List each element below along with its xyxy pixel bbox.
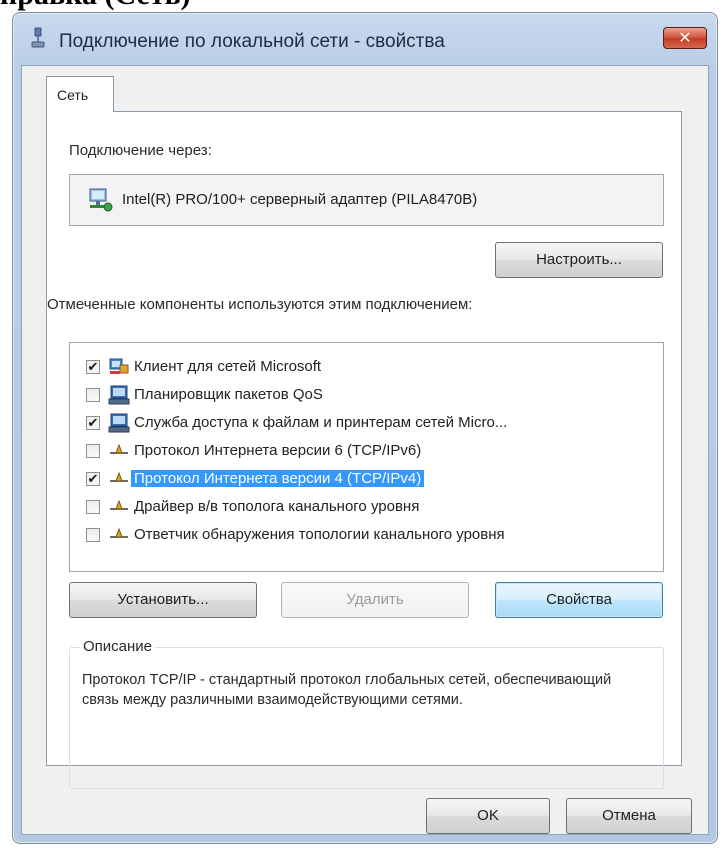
list-item[interactable]: Ответчик обнаружения топологии канальног…: [70, 523, 663, 549]
description-group: Описание Протокол TCP/IP - стандартный п…: [69, 638, 664, 789]
adapter-name: Intel(R) PRO/100+ серверный адаптер (PIL…: [122, 191, 478, 208]
component-label-selected: Протокол Интернета версии 4 (TCP/IPv4): [131, 470, 425, 487]
adapter-box: Intel(R) PRO/100+ серверный адаптер (PIL…: [69, 174, 664, 226]
checkbox[interactable]: ✔: [86, 416, 100, 430]
component-label: Ответчик обнаружения топологии канальног…: [134, 526, 505, 543]
network-adapter-icon: [89, 188, 113, 212]
component-label: Протокол Интернета версии 6 (TCP/IPv6): [134, 442, 422, 459]
component-label: Драйвер в/в тополога канального уровня: [134, 498, 420, 515]
dialog-client-area: Сеть Подключение через: Intel(R) PRO/100…: [21, 65, 709, 835]
list-item[interactable]: Протокол Интернета версии 6 (TCP/IPv6): [70, 439, 663, 465]
checkbox[interactable]: ✔: [86, 472, 100, 486]
component-label: Служба доступа к файлам и принтерам сете…: [134, 414, 508, 431]
description-text: Протокол TCP/IP - стандартный протокол г…: [82, 672, 612, 708]
properties-button[interactable]: Свойства: [495, 582, 663, 618]
network-service-icon: [108, 413, 130, 433]
install-button[interactable]: Установить...: [69, 582, 257, 618]
checkbox[interactable]: [86, 388, 100, 402]
cancel-button[interactable]: Отмена: [566, 798, 692, 834]
description-title: Описание: [80, 638, 156, 655]
checkbox[interactable]: [86, 444, 100, 458]
list-item[interactable]: Драйвер в/в тополога канального уровня: [70, 495, 663, 521]
tab-network[interactable]: Сеть: [46, 76, 114, 112]
list-item[interactable]: ✔ Протокол Интернета версии 4 (TCP/IPv4): [70, 467, 663, 493]
ok-button[interactable]: OK: [426, 798, 550, 834]
configure-button[interactable]: Настроить...: [495, 242, 663, 278]
checkbox[interactable]: [86, 528, 100, 542]
network-service-icon: [108, 385, 130, 405]
tab-panel-network: Подключение через: Intel(R) PRO/100+ сер…: [46, 111, 682, 789]
list-item[interactable]: Планировщик пакетов QoS: [70, 383, 663, 409]
page-heading-fragment: правка (Сеть): [0, 0, 190, 12]
component-label: Планировщик пакетов QoS: [134, 386, 323, 403]
network-connection-icon: [31, 27, 45, 48]
network-protocol-icon: [110, 471, 128, 482]
network-protocol-icon: [110, 443, 128, 454]
close-button[interactable]: ✕: [663, 27, 707, 49]
properties-dialog: Подключение по локальной сети - свойства…: [12, 12, 718, 844]
components-list[interactable]: ✔ Клиент для сетей Microsoft Планировщик…: [69, 342, 664, 572]
remove-button[interactable]: Удалить: [281, 582, 469, 618]
list-item[interactable]: ✔ Клиент для сетей Microsoft: [70, 355, 663, 381]
window-title: Подключение по локальной сети - свойства: [59, 31, 445, 52]
network-protocol-icon: [110, 499, 128, 510]
component-label: Клиент для сетей Microsoft: [134, 358, 322, 375]
list-item[interactable]: ✔ Служба доступа к файлам и принтерам се…: [70, 411, 663, 437]
network-protocol-icon: [110, 527, 128, 538]
network-client-icon: [109, 358, 129, 374]
checkbox[interactable]: [86, 500, 100, 514]
components-label: Отмеченные компоненты используются этим …: [47, 296, 473, 313]
connect-via-label: Подключение через:: [69, 142, 212, 159]
title-bar[interactable]: Подключение по локальной сети - свойства…: [13, 13, 717, 65]
checkbox[interactable]: ✔: [86, 360, 100, 374]
